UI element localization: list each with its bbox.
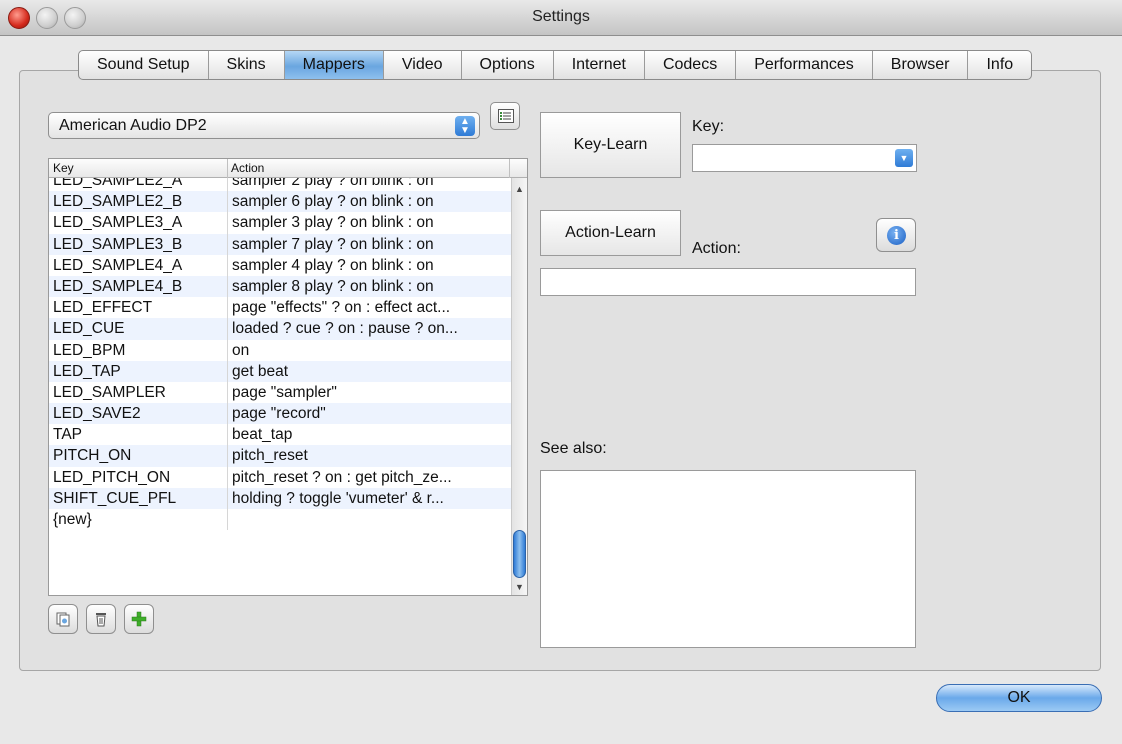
add-mapping-button[interactable] [124, 604, 154, 634]
table-row[interactable]: LED_CUE loaded ? cue ? on : pause ? on... [49, 318, 511, 340]
tab-sound-setup[interactable]: Sound Setup [79, 51, 209, 79]
row-key: LED_SAMPLE4_B [53, 277, 183, 295]
tab-skins[interactable]: Skins [209, 51, 285, 79]
key-learn-button[interactable]: Key-Learn [540, 112, 681, 178]
table-row[interactable]: LED_EFFECT page "effects" ? on : effect a… [49, 297, 511, 319]
tab-options[interactable]: Options [462, 51, 554, 79]
info-icon: i [887, 226, 906, 245]
scroll-down-icon[interactable]: ▼ [515, 582, 524, 592]
row-action: pitch_reset ? on : get pitch_ze... [232, 468, 452, 486]
row-action: sampler 3 play ? on blink : on [232, 214, 434, 232]
trash-icon [96, 613, 106, 627]
table-row[interactable]: LED_BPM on [49, 339, 511, 361]
action-input[interactable] [540, 268, 916, 296]
row-key: LED_SAMPLE2_B [53, 193, 183, 211]
row-action: on [232, 341, 250, 359]
plus-icon [131, 611, 147, 627]
title-bar: Settings [0, 0, 1122, 36]
row-key: LED_CUE [53, 320, 125, 338]
table-row[interactable]: LED_SAMPLE3_A sampler 3 play ? on blink :… [49, 212, 511, 234]
mapper-list-button[interactable] [490, 102, 520, 130]
tab-codecs[interactable]: Codecs [645, 51, 737, 79]
action-learn-button[interactable]: Action-Learn [540, 210, 681, 256]
copy-icon [56, 612, 70, 627]
row-key: LED_PITCH_ON [53, 468, 171, 486]
row-action: beat_tap [232, 426, 293, 444]
row-action: sampler 8 play ? on blink : on [232, 277, 434, 295]
scrollbar-thumb[interactable] [513, 530, 526, 578]
mapper-select[interactable]: American Audio DP2 ▲ ▼ [48, 112, 480, 139]
table-row[interactable]: LED_PITCH_ON pitch_reset ? on : get pitch… [49, 466, 511, 488]
mapper-select-value: American Audio DP2 [59, 117, 207, 134]
info-button[interactable]: i [876, 218, 916, 252]
row-action: get beat [232, 362, 289, 380]
table-row[interactable]: LED_TAP get beat [49, 360, 511, 382]
row-key: LED_SAMPLE3_A [53, 214, 183, 232]
tab-internet[interactable]: Internet [554, 51, 645, 79]
row-key: SHIFT_CUE_PFL [53, 489, 177, 507]
row-action: sampler 7 play ? on blink : on [232, 235, 434, 253]
tab-performances[interactable]: Performances [736, 51, 873, 79]
row-key: LED_EFFECT [53, 299, 153, 317]
mapping-table: Key Action LED_SAMPLE2_A sampler 2 play ?… [48, 158, 528, 596]
updown-arrows-icon: ▲ ▼ [455, 116, 475, 136]
table-rows: LED_SAMPLE2_A sampler 2 play ? on blink :… [49, 178, 511, 595]
table-row[interactable]: LED_SAMPLE3_B sampler 7 play ? on blink :… [49, 233, 511, 255]
column-header-action[interactable]: Action [231, 161, 264, 175]
row-action: loaded ? cue ? on : pause ? on... [232, 320, 458, 338]
row-action: sampler 4 play ? on blink : on [232, 256, 434, 274]
action-label: Action: [692, 240, 741, 257]
list-icon [498, 109, 514, 123]
row-key: LED_SAMPLE4_A [53, 256, 183, 274]
row-action: page "sampler" [232, 383, 337, 401]
row-key: LED_SAMPLER [53, 383, 166, 401]
row-key: PITCH_ON [53, 447, 132, 465]
table-header: Key Action [49, 159, 527, 178]
table-row[interactable]: LED_SAMPLE2_B sampler 6 play ? on blink :… [49, 191, 511, 213]
table-row[interactable]: LED_SAVE2 page "record" [49, 403, 511, 425]
row-key: LED_SAVE2 [53, 405, 141, 423]
table-row[interactable]: SHIFT_CUE_PFL holding ? toggle 'vumeter' … [49, 487, 511, 509]
table-row[interactable]: LED_SAMPLER page "sampler" [49, 381, 511, 404]
ok-button[interactable]: OK [936, 684, 1102, 712]
tab-info[interactable]: Info [968, 51, 1031, 79]
table-row[interactable]: {new} [49, 509, 511, 531]
tab-video[interactable]: Video [384, 51, 462, 79]
window-title: Settings [532, 8, 590, 25]
row-action: page "effects" ? on : effect act... [232, 299, 451, 317]
row-key: LED_TAP [53, 362, 121, 380]
row-action: sampler 2 play ? on blink : on [232, 178, 434, 189]
row-key: {new} [53, 511, 92, 528]
see-also-box[interactable] [540, 470, 916, 648]
tab-browser[interactable]: Browser [873, 51, 969, 79]
tab-mappers[interactable]: Mappers [284, 51, 384, 79]
row-action: holding ? toggle 'vumeter' & r... [232, 489, 444, 507]
table-scrollbar[interactable]: ▲ ▼ [511, 178, 527, 595]
key-label: Key: [692, 118, 725, 135]
row-action: page "record" [232, 405, 326, 423]
tab-bar: Sound Setup Skins Mappers Video Options … [78, 50, 1033, 80]
row-key: LED_BPM [53, 341, 126, 359]
column-header-key[interactable]: Key [53, 161, 74, 175]
copy-mapping-button[interactable] [48, 604, 78, 634]
table-row[interactable]: LED_SAMPLE2_A sampler 2 play ? on blink :… [49, 178, 511, 192]
row-action: pitch_reset [232, 447, 308, 465]
table-row[interactable]: LED_SAMPLE4_A sampler 4 play ? on blink :… [49, 254, 511, 276]
scroll-up-icon[interactable]: ▲ [515, 184, 524, 194]
row-key: LED_SAMPLE2_A [53, 178, 183, 189]
key-combobox[interactable]: ▼ [692, 144, 917, 172]
row-key: LED_SAMPLE3_B [53, 235, 183, 253]
table-row[interactable]: TAP beat_tap [49, 424, 511, 446]
row-key: TAP [53, 426, 82, 444]
dropdown-arrow-icon[interactable]: ▼ [895, 149, 913, 167]
delete-mapping-button[interactable] [86, 604, 116, 634]
table-row[interactable]: LED_SAMPLE4_B sampler 8 play ? on blink :… [49, 275, 511, 298]
row-action: sampler 6 play ? on blink : on [232, 193, 434, 211]
table-row[interactable]: PITCH_ON pitch_reset [49, 445, 511, 467]
see-also-label: See also: [540, 440, 607, 457]
